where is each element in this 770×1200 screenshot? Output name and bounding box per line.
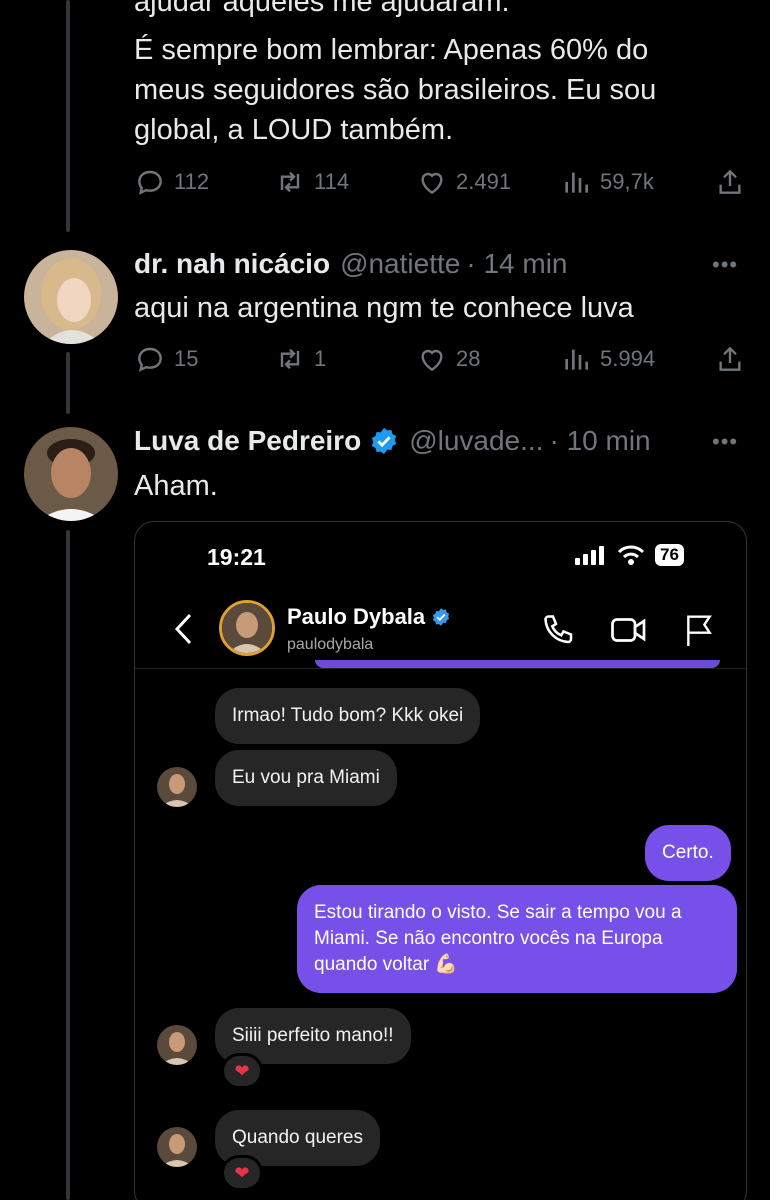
- tweet2-author-name[interactable]: dr. nah nicácio: [134, 248, 330, 280]
- tweet2-like-count: 28: [456, 346, 481, 371]
- back-chevron-icon[interactable]: [173, 612, 195, 646]
- tweet1-text-line-2: meus seguidores são brasileiros. Eu sou: [134, 74, 657, 106]
- tweet2-views-count: 5.994: [600, 346, 656, 371]
- share-icon: [719, 346, 741, 371]
- dm-contact-username: paulodybala: [287, 636, 374, 653]
- video-call-icon[interactable]: [609, 612, 649, 648]
- tweet2-avatar[interactable]: [24, 250, 118, 344]
- dm-sender-avatar: [157, 1025, 197, 1065]
- tweet3-timestamp[interactable]: · 10 min: [549, 425, 650, 457]
- heart-icon: [421, 349, 443, 372]
- verified-badge-icon: [372, 427, 397, 455]
- dm-message-incoming[interactable]: Irmao! Tudo bom? Kkk okei: [215, 688, 481, 744]
- dm-header-divider: [135, 668, 746, 669]
- thread-line-bottom: [66, 530, 70, 1200]
- share-icon: [719, 169, 741, 194]
- dm-contact-name-row[interactable]: Paulo Dybala: [287, 604, 451, 630]
- dm-message-outgoing[interactable]: Certo.: [645, 825, 731, 881]
- tweet3-author-handle[interactable]: @luvade...: [409, 425, 543, 457]
- heart-icon: [421, 172, 443, 195]
- tweet2-retweet-button[interactable]: 1: [274, 339, 326, 379]
- dm-message-incoming[interactable]: Eu vou pra Miami: [215, 750, 397, 806]
- retweet-icon: [280, 171, 300, 193]
- cellular-signal-icon: [575, 546, 604, 565]
- report-flag-icon[interactable]: [683, 612, 715, 648]
- dm-message-outgoing[interactable]: Estou tirando o visto. Se sair a tempo v…: [297, 885, 737, 993]
- tweet1-retweet-button[interactable]: 114: [274, 162, 349, 202]
- tweet3-text: Aham.: [134, 470, 218, 502]
- status-bar-time: 19:21: [207, 544, 266, 570]
- tweet1-reply-count: 112: [174, 169, 210, 194]
- status-bar-indicators: 76: [575, 544, 684, 566]
- thread-line-mid: [66, 352, 70, 414]
- dm-heart-reaction[interactable]: ❤: [221, 1155, 263, 1191]
- tweet2-actions: 15 1 28 5.994: [134, 339, 746, 379]
- tweet1-text-line-3: global, a LOUD também.: [134, 114, 454, 146]
- tweet1-retweet-count: 114: [314, 169, 350, 194]
- tweet1-views-button[interactable]: 59,7k: [560, 162, 654, 202]
- tweet1-actions: 112 114 2.491 59,7k: [134, 162, 746, 202]
- tweet3-header: Luva de Pedreiro @luvade... · 10 min: [134, 421, 651, 461]
- tweet1-text-partial: ajudar aqueles me ajudaram.: [134, 0, 510, 18]
- retweet-icon: [280, 348, 300, 370]
- phone-call-icon[interactable]: [541, 612, 577, 648]
- tweet2-share-button[interactable]: [714, 339, 746, 379]
- wifi-icon: [617, 545, 645, 565]
- tweet1-like-count: 2.491: [456, 169, 512, 194]
- tweet3-author-name[interactable]: Luva de Pedreiro: [134, 425, 361, 457]
- tweet1-reply-button[interactable]: 112: [134, 162, 209, 202]
- views-icon: [565, 349, 588, 370]
- verified-badge-icon: [433, 608, 450, 626]
- views-icon: [565, 172, 588, 193]
- dm-header: Paulo Dybala paulodybala: [135, 592, 746, 670]
- dm-sender-avatar: [157, 1127, 197, 1167]
- reply-icon: [138, 170, 162, 195]
- tweet2-views-button[interactable]: 5.994: [560, 339, 655, 379]
- tweet2-text: aqui na argentina ngm te conhece luva: [134, 292, 634, 324]
- battery-level: 76: [655, 544, 684, 566]
- tweet2-reply-button[interactable]: 15: [134, 339, 198, 379]
- thread-line-top: [66, 0, 70, 232]
- previous-message-edge: [315, 660, 720, 668]
- dm-sender-avatar: [157, 767, 197, 807]
- tweet2-like-button[interactable]: 28: [416, 339, 480, 379]
- tweet3-more-button[interactable]: •••: [712, 429, 738, 455]
- tweet3-media-card[interactable]: 19:21 76 Paulo Dybala paulodybala Irmao!…: [134, 521, 747, 1200]
- tweet2-more-button[interactable]: •••: [712, 252, 738, 278]
- dm-contact-name: Paulo Dybala: [287, 604, 426, 629]
- tweet2-retweet-count: 1: [314, 346, 327, 371]
- tweet2-reply-count: 15: [174, 346, 199, 371]
- tweet2-timestamp[interactable]: · 14 min: [466, 248, 567, 280]
- tweet1-text-line-1: É sempre bom lembrar: Apenas 60% do: [134, 34, 649, 66]
- tweet2-header: dr. nah nicácio @natiette · 14 min: [134, 244, 568, 284]
- dm-heart-reaction[interactable]: ❤: [221, 1053, 263, 1089]
- dm-contact-avatar[interactable]: [219, 600, 275, 656]
- tweet2-author-handle[interactable]: @natiette: [340, 248, 460, 280]
- reply-icon: [138, 347, 162, 372]
- tweet1-like-button[interactable]: 2.491: [416, 162, 511, 202]
- tweet3-avatar[interactable]: [24, 427, 118, 521]
- tweet1-share-button[interactable]: [714, 162, 746, 202]
- tweet1-views-count: 59,7k: [600, 169, 654, 194]
